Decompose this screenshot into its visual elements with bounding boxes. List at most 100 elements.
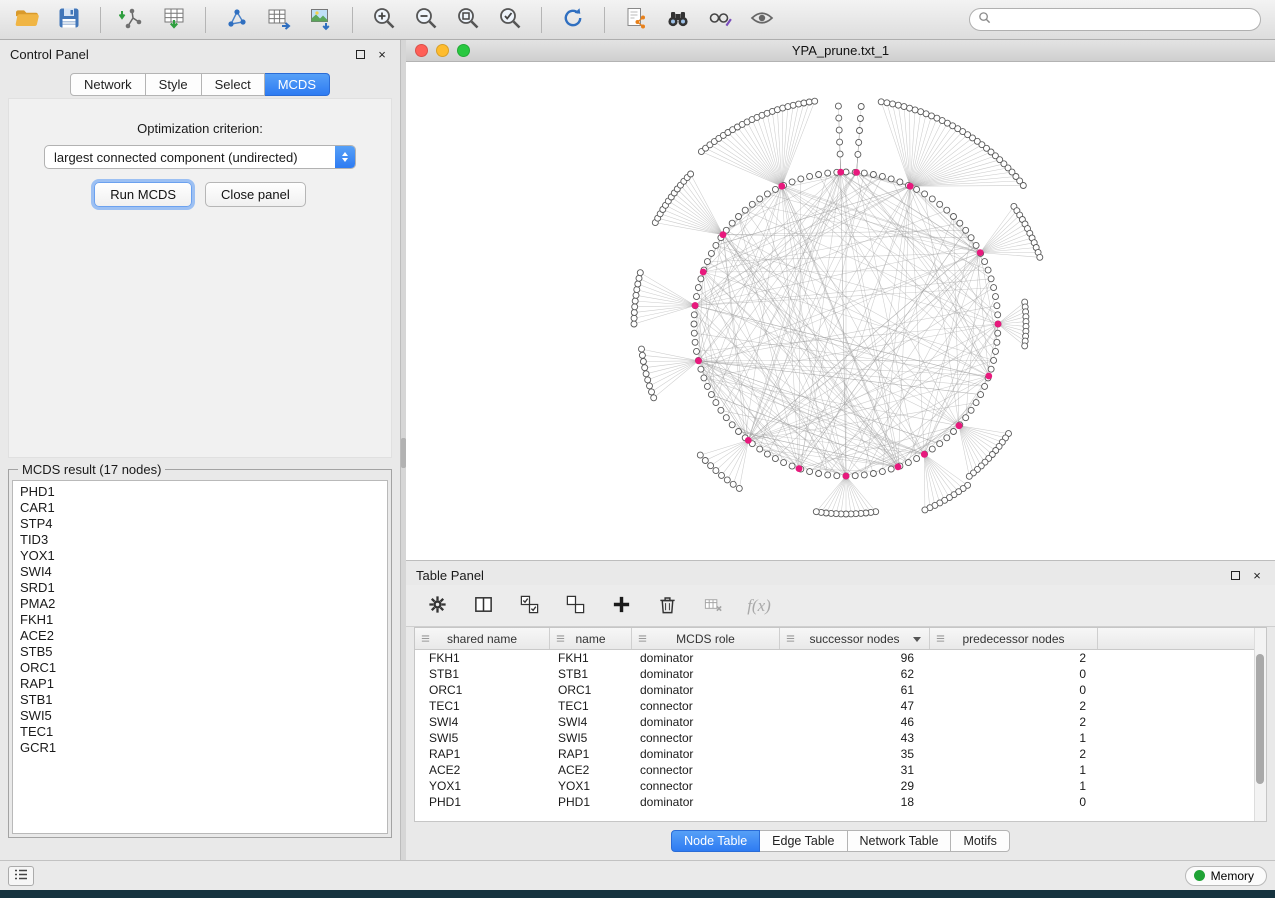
network-node[interactable] — [957, 220, 963, 226]
network-leaf-node[interactable] — [730, 481, 736, 487]
delete-column-button[interactable] — [654, 593, 680, 619]
network-leaf-node[interactable] — [836, 127, 842, 133]
network-leaf-node[interactable] — [901, 104, 907, 110]
network-leaf-node[interactable] — [647, 383, 653, 389]
network-node[interactable] — [870, 471, 876, 477]
deselect-all-button[interactable] — [562, 593, 588, 619]
network-node[interactable] — [723, 415, 729, 421]
network-leaf-node[interactable] — [884, 100, 890, 106]
column-header-name[interactable]: name — [550, 628, 632, 649]
table-row[interactable]: ORC1ORC1dominator610 — [415, 682, 1266, 698]
select-all-button[interactable] — [516, 593, 542, 619]
column-header-predecessor-nodes[interactable]: predecessor nodes — [930, 628, 1098, 649]
network-leaf-node[interactable] — [736, 485, 742, 491]
network-node[interactable] — [708, 392, 714, 398]
network-window-titlebar[interactable]: YPA_prune.txt_1 — [406, 40, 1275, 62]
memory-button[interactable]: Memory — [1185, 866, 1267, 886]
network-node[interactable] — [704, 383, 710, 389]
network-node[interactable] — [781, 460, 787, 466]
network-node[interactable] — [713, 242, 719, 248]
network-leaf-node[interactable] — [713, 468, 719, 474]
network-node[interactable] — [861, 472, 867, 478]
network-node[interactable] — [861, 170, 867, 176]
network-leaf-node[interactable] — [878, 99, 884, 105]
network-leaf-node[interactable] — [836, 115, 842, 121]
network-node[interactable] — [870, 172, 876, 178]
network-leaf-node[interactable] — [856, 139, 862, 145]
network-node[interactable] — [729, 422, 735, 428]
mcds-result-item[interactable]: STB5 — [20, 644, 387, 660]
network-node[interactable] — [816, 471, 822, 477]
network-node[interactable] — [736, 214, 742, 220]
network-node[interactable] — [789, 463, 795, 469]
network-node[interactable] — [852, 473, 858, 479]
network-leaf-node[interactable] — [636, 275, 642, 281]
network-node[interactable] — [988, 276, 994, 282]
mcds-result-item[interactable]: YOX1 — [20, 548, 387, 564]
network-node[interactable] — [729, 220, 735, 226]
network-leaf-node[interactable] — [631, 321, 637, 327]
table-row[interactable]: PHD1PHD1dominator180 — [415, 794, 1266, 810]
search-box[interactable] — [969, 8, 1261, 31]
network-node[interactable] — [993, 294, 999, 300]
new-network-button[interactable] — [218, 4, 256, 36]
network-leaf-node[interactable] — [634, 287, 640, 293]
network-node[interactable] — [914, 456, 920, 462]
table-row[interactable]: RAP1RAP1dominator352 — [415, 746, 1266, 762]
table-row[interactable]: STB1STB1dominator620 — [415, 666, 1266, 682]
network-leaf-node[interactable] — [837, 151, 843, 157]
find-button[interactable] — [659, 4, 697, 36]
table-row[interactable]: TEC1TEC1connector472 — [415, 698, 1266, 714]
tab-motifs[interactable]: Motifs — [951, 830, 1009, 852]
network-node[interactable] — [968, 407, 974, 413]
window-maximize-icon[interactable] — [457, 44, 470, 57]
network-leaf-node[interactable] — [631, 310, 637, 316]
network-leaf-node[interactable] — [642, 365, 648, 371]
zoom-out-button[interactable] — [407, 4, 445, 36]
network-hub-node[interactable] — [692, 302, 699, 309]
network-leaf-node[interactable] — [724, 477, 730, 483]
mcds-result-item[interactable]: FKH1 — [20, 612, 387, 628]
tab-edge-table[interactable]: Edge Table — [760, 830, 847, 852]
network-leaf-node[interactable] — [639, 346, 645, 352]
window-minimize-icon[interactable] — [436, 44, 449, 57]
network-node[interactable] — [973, 400, 979, 406]
mcds-result-item[interactable]: ACE2 — [20, 628, 387, 644]
network-canvas[interactable] — [406, 62, 1275, 560]
network-leaf-node[interactable] — [922, 507, 928, 513]
table-settings-button[interactable] — [424, 593, 450, 619]
table-row[interactable]: ACE2ACE2connector311 — [415, 762, 1266, 778]
network-hub-node[interactable] — [977, 249, 984, 256]
tab-node-table[interactable]: Node Table — [671, 830, 760, 852]
close-panel-button[interactable]: × — [374, 46, 390, 62]
network-node[interactable] — [834, 473, 840, 479]
network-leaf-node[interactable] — [1037, 254, 1043, 260]
network-node[interactable] — [888, 466, 894, 472]
network-leaf-node[interactable] — [708, 463, 714, 469]
tab-network-table[interactable]: Network Table — [848, 830, 952, 852]
add-column-button[interactable] — [608, 593, 634, 619]
tab-select[interactable]: Select — [202, 73, 265, 96]
network-hub-node[interactable] — [956, 422, 963, 429]
network-node[interactable] — [807, 469, 813, 475]
zoom-fit-button[interactable] — [449, 4, 487, 36]
network-leaf-node[interactable] — [688, 171, 694, 177]
network-node[interactable] — [914, 186, 920, 192]
network-hub-node[interactable] — [985, 373, 992, 380]
network-node[interactable] — [951, 214, 957, 220]
mcds-result-item[interactable]: PHD1 — [20, 484, 387, 500]
scrollbar-thumb[interactable] — [1256, 654, 1264, 784]
network-leaf-node[interactable] — [702, 458, 708, 464]
network-hub-node[interactable] — [695, 357, 702, 364]
network-node[interactable] — [929, 446, 935, 452]
mcds-result-item[interactable]: ORC1 — [20, 660, 387, 676]
zoom-selected-button[interactable] — [491, 4, 529, 36]
import-network-button[interactable] — [113, 4, 151, 36]
network-leaf-node[interactable] — [855, 151, 861, 157]
tab-style[interactable]: Style — [146, 73, 202, 96]
close-panel-button[interactable]: × — [1249, 567, 1265, 583]
network-leaf-node[interactable] — [651, 395, 657, 401]
network-leaf-node[interactable] — [912, 107, 918, 113]
network-hub-node[interactable] — [895, 463, 902, 470]
network-node[interactable] — [713, 400, 719, 406]
